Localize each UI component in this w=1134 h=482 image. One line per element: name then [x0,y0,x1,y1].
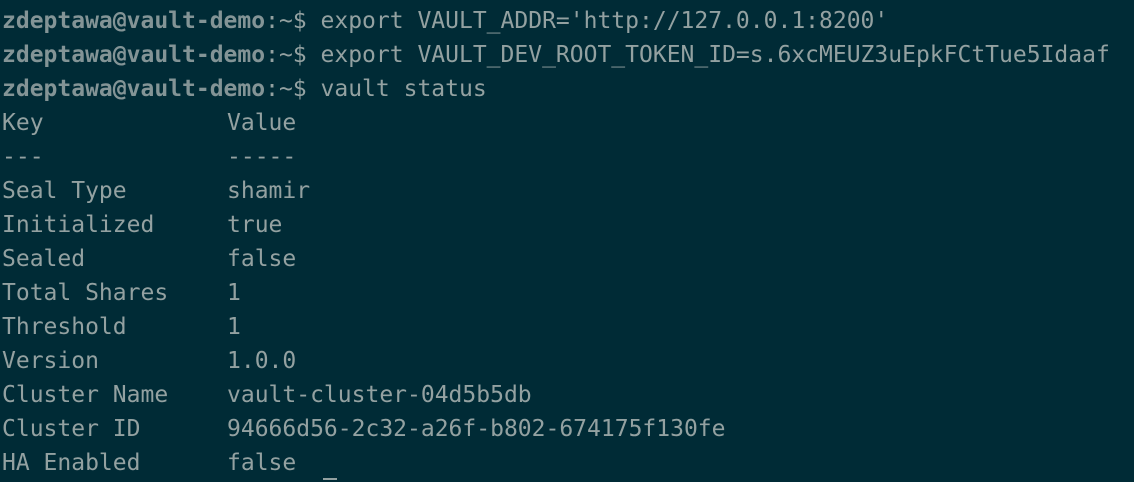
row-value: false [227,246,297,272]
table-row: HA Enabled false [0,446,1134,480]
table-row: Cluster Name vault-cluster-04d5b5db [0,378,1134,412]
prompt-path: :~$ [265,42,307,68]
prompt-user-host: zdeptawa@vault-demo [2,8,266,34]
row-value: false [227,450,297,476]
prompt-line: zdeptawa@vault-demo:~$ export VAULT_ADDR… [0,4,1134,38]
prompt-user-host: zdeptawa@vault-demo [2,76,266,102]
prompt-line: zdeptawa@vault-demo:~$ vault status [0,72,1134,106]
separator-value: ----- [227,144,297,170]
command-text: export VAULT_DEV_ROOT_TOKEN_ID=s.6xcMEUZ… [320,42,1110,68]
command-text: export VAULT_ADDR='http://127.0.0.1:8200… [320,8,889,34]
table-row: Initialized true [0,208,1134,242]
header-value: Value [227,110,297,136]
row-value: shamir [227,178,311,204]
row-key: HA Enabled [2,450,141,476]
row-key: Threshold [2,314,127,340]
table-row: Cluster ID 94666d56-2c32-a26f-b802-674175… [0,412,1134,446]
prompt-path: :~$ [265,76,307,102]
terminal-cursor [323,478,337,480]
prompt-line: zdeptawa@vault-demo:~$ export VAULT_DEV_… [0,38,1134,72]
table-header: Key Value [0,106,1134,140]
row-value: true [227,212,283,238]
table-row: Threshold 1 [0,310,1134,344]
table-row: Seal Type shamir [0,174,1134,208]
row-key: Total Shares [2,280,169,306]
row-value: vault-cluster-04d5b5db [227,382,532,408]
header-key: Key [2,110,44,136]
table-separator: --- ----- [0,140,1134,174]
row-key: Initialized [2,212,155,238]
row-key: Seal Type [2,178,127,204]
table-row: Total Shares 1 [0,276,1134,310]
row-key: Version [2,348,99,374]
row-value: 1.0.0 [227,348,297,374]
terminal-window[interactable]: zdeptawa@vault-demo:~$ export VAULT_ADDR… [0,0,1134,482]
command-text: vault status [320,76,487,102]
row-key: Sealed [2,246,86,272]
row-value: 1 [227,280,241,306]
separator-key: --- [2,144,44,170]
row-key: Cluster ID [2,416,141,442]
row-key: Cluster Name [2,382,169,408]
row-value: 1 [227,314,241,340]
row-value: 94666d56-2c32-a26f-b802-674175f130fe [227,416,726,442]
prompt-path: :~$ [265,8,307,34]
table-row: Version 1.0.0 [0,344,1134,378]
table-row: Sealed false [0,242,1134,276]
prompt-user-host: zdeptawa@vault-demo [2,42,266,68]
